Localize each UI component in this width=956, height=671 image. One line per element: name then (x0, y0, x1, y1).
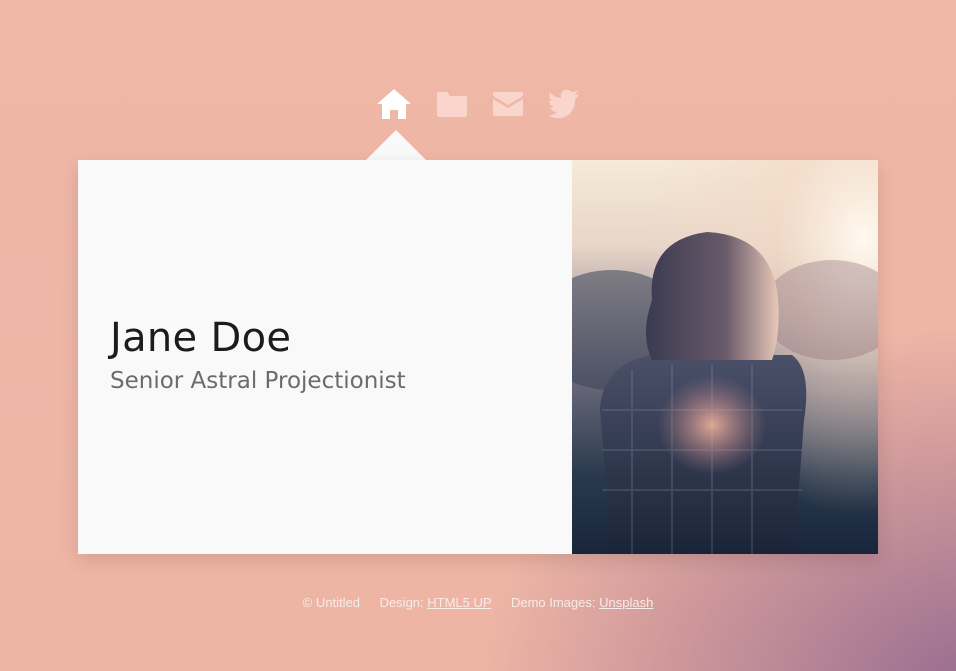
profile-title: Senior Astral Projectionist (110, 368, 406, 394)
copyright-text: © Untitled (302, 595, 360, 610)
nav-twitter[interactable] (544, 82, 584, 126)
folder-icon (435, 89, 469, 119)
twitter-icon (547, 89, 581, 119)
home-icon (375, 87, 413, 121)
nav-work[interactable] (432, 82, 472, 126)
active-nav-pointer (366, 130, 426, 160)
main-nav (0, 82, 956, 126)
footer: © Untitled Design: HTML5 UP Demo Images:… (0, 595, 956, 610)
nav-contact[interactable] (488, 82, 528, 126)
design-label: Design: (379, 595, 424, 610)
profile-name: Jane Doe (110, 315, 292, 361)
profile-photo (572, 160, 878, 554)
design-credit: Design: HTML5 UP (380, 595, 495, 610)
profile-card: Jane Doe Senior Astral Projectionist (78, 160, 878, 554)
images-credit: Demo Images: Unsplash (511, 595, 653, 610)
profile-text: Jane Doe Senior Astral Projectionist (110, 312, 406, 398)
html5up-link[interactable]: HTML5 UP (427, 595, 491, 610)
nav-home[interactable] (374, 82, 414, 126)
unsplash-link[interactable]: Unsplash (599, 595, 653, 610)
images-label: Demo Images: (510, 595, 596, 610)
envelope-icon (491, 91, 525, 117)
